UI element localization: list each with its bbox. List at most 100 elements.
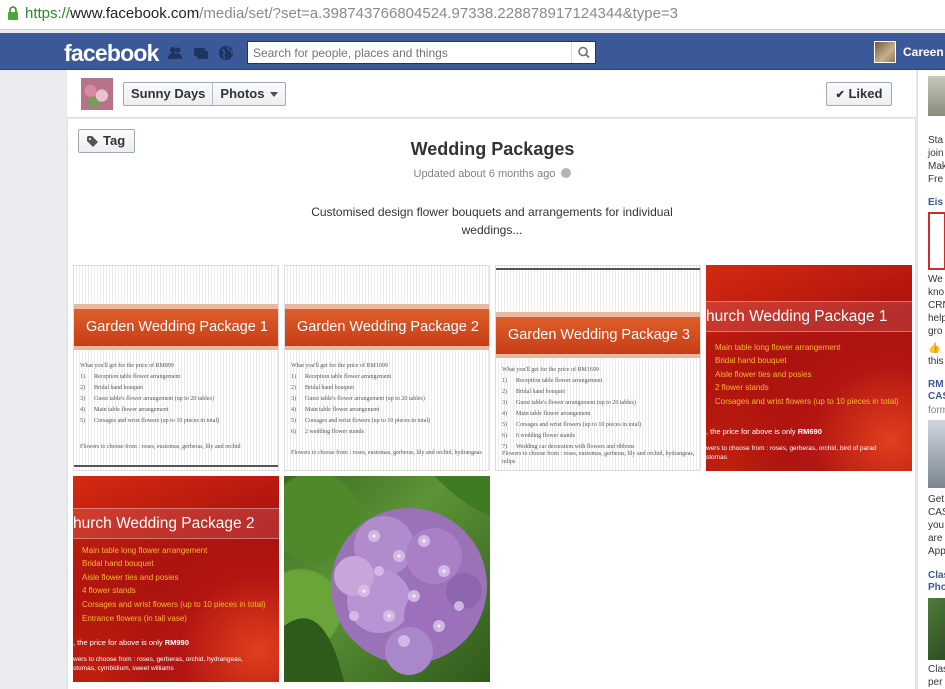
search-input[interactable] (248, 42, 570, 63)
url-scheme: https:// (25, 5, 71, 22)
ad-text-line: you (928, 520, 945, 531)
package-item-number: 2) (80, 385, 85, 391)
thumbs-up-icon[interactable]: 👍 (928, 342, 940, 355)
package-item-number: 6) (291, 429, 296, 435)
ad-text-line: CRN (928, 300, 945, 311)
liked-button[interactable]: ✔ Liked (826, 82, 892, 106)
facebook-logo[interactable]: facebook (64, 40, 159, 67)
breadcrumb-photos-label: Photos (220, 86, 265, 101)
package-item-number: 5) (80, 418, 85, 424)
ad-text-line: per (928, 677, 943, 688)
messages-icon[interactable] (193, 45, 209, 61)
package-item: 5) Corsages and wrist flowers (up to 10 p… (80, 416, 276, 427)
package-item: 2 flower stands (715, 382, 769, 392)
package-item: 4) Main table flower arrangement (80, 405, 276, 416)
ad-title[interactable]: RM (928, 379, 944, 391)
divider (74, 465, 278, 467)
package-item-text: Reception table flower arrangement (305, 374, 392, 380)
package-title: Garden Wedding Package 1 (74, 304, 278, 350)
package-item-text: Bridal hand bouquet (305, 385, 354, 391)
ad-title[interactable]: Clas (928, 570, 945, 582)
package-flowers-line: stomas (706, 454, 727, 461)
package-item-text: 2 wedding flower stands (305, 429, 364, 435)
package-item-text: Bridal hand bouquet (94, 385, 143, 391)
divider (496, 268, 700, 270)
package-item: 5) Corsages and wrist flowers (up to 10 p… (502, 420, 698, 431)
package-price-text: , the price for above is only (706, 427, 798, 436)
ad-image[interactable] (928, 598, 945, 660)
photo-tile-garden-2[interactable]: Garden Wedding Package 2 What you'll get… (284, 265, 490, 471)
package-item-text: Bridal hand bouquet (516, 389, 565, 395)
package-item: 5) Corsages and wrist flowers (up to 10 p… (291, 416, 487, 427)
package-flowers-line: wers to choose from : roses, gerberas, o… (73, 656, 243, 663)
lock-icon (8, 6, 18, 20)
user-avatar[interactable] (874, 41, 896, 63)
friend-requests-icon[interactable] (167, 45, 183, 61)
photo-tile-garden-3[interactable]: Garden Wedding Package 3 What you'll get… (495, 265, 701, 471)
ad-title[interactable]: CAS (928, 391, 945, 403)
checkmark-icon: ✔ (835, 89, 845, 101)
package-item-number: 2) (502, 389, 507, 395)
ad-like-text: this (928, 356, 944, 367)
package-title: Garden Wedding Package 3 (496, 312, 700, 358)
package-item: 4) Main table flower arrangement (502, 409, 698, 420)
package-item-number: 1) (80, 374, 85, 380)
page-avatar[interactable] (81, 78, 113, 110)
album-description: Customised design flower bouquets and ar… (311, 205, 673, 237)
browser-url-bar[interactable]: https://www.facebook.com/media/set/?set=… (0, 0, 945, 30)
breadcrumb-page-name[interactable]: Sunny Days (124, 83, 212, 105)
package-item-text: 6 wedding flower stands (516, 433, 575, 439)
page-header-strip: Sunny Days Photos ✔ Liked (67, 70, 916, 118)
album-updated: Updated about 6 months ago (68, 168, 917, 180)
ad-image[interactable] (928, 76, 945, 116)
ad-image[interactable] (928, 212, 945, 270)
search-box[interactable] (247, 41, 596, 64)
package-item: 3) Guest table's flower arrangement (up t… (291, 394, 487, 405)
package-item: 1) Reception table flower arrangement (80, 372, 276, 383)
photo-tile-church-1[interactable]: hurch Wedding Package 1 Main table long … (706, 265, 912, 471)
right-sidebar: Sta join Mak Fre Eis We kno CRN help gro… (917, 70, 945, 689)
liked-label: Liked (848, 86, 883, 101)
ad-text-line: Fre (928, 174, 943, 185)
photo-tile-hydrangea[interactable] (284, 476, 490, 682)
package-item: Main table long flower arrangement (82, 546, 208, 555)
album-title: Wedding Packages (410, 139, 575, 159)
package-items: Main table long flower arrangement Brida… (82, 544, 276, 625)
url-text[interactable]: https://www.facebook.com/media/set/?set=… (25, 5, 678, 22)
url-path: /media/set/?set=a.398743766804524.97338.… (199, 5, 679, 22)
package-flowers-line: stomas, cymbidium, sweet williams (73, 665, 174, 672)
ad-text-line: Get (928, 494, 945, 505)
package-item-text: Corsages and wrist flowers (up to 10 pie… (305, 418, 431, 424)
notifications-globe-icon[interactable] (218, 45, 234, 61)
ad-title[interactable]: Eis (928, 197, 943, 209)
ad-text-line: Mak (928, 161, 945, 172)
package-item: 6) 6 wedding flower stands (502, 431, 698, 442)
package-flowers: Flowers to choose from : roses, eustomas… (80, 444, 241, 450)
package-item-text: Guest table's flower arrangement (up to … (305, 396, 425, 402)
package-item: 3) Guest table's flower arrangement (up t… (502, 398, 698, 409)
search-button[interactable] (571, 42, 595, 63)
photo-tile-garden-1[interactable]: Garden Wedding Package 1 What you'll get… (73, 265, 279, 471)
ad-title[interactable]: Pho (928, 582, 945, 594)
package-item: 4) Main table flower arrangement (291, 405, 487, 416)
ad-text-line: CAS (928, 507, 945, 518)
package-item: Main table long flower arrangement (715, 343, 841, 352)
package-item-text: Main table flower arrangement (305, 407, 380, 413)
package-flowers-line: wers to choose from : roses, gerberas, o… (706, 445, 877, 452)
album-updated-text: Updated about 6 months ago (413, 168, 556, 180)
package-item: Aisle flower ties and posies (82, 572, 179, 582)
ad-image[interactable] (928, 420, 945, 488)
package-intro: What you'll get for the price of RM1699 (502, 367, 599, 373)
package-item-number: 1) (502, 378, 507, 384)
package-item: Bridal hand bouquet (82, 559, 154, 569)
package-item-text: Corsages and wrist flowers (up to 10 pie… (516, 422, 642, 428)
package-item-text: Main table flower arrangement (94, 407, 169, 413)
package-item-text: Reception table flower arrangement (94, 374, 181, 380)
photo-tile-church-2[interactable]: hurch Wedding Package 2 Main table long … (73, 476, 279, 682)
breadcrumb-photos-dropdown[interactable]: Photos (213, 83, 285, 105)
package-details: What you'll get for the price of RM899 1… (80, 361, 276, 427)
user-name-link[interactable]: Careen (903, 45, 944, 59)
ad-text-line: join (928, 148, 944, 159)
package-item: 2) Bridal hand bouquet (291, 383, 487, 394)
package-intro: What you'll get for the price of RM899 (80, 363, 174, 369)
